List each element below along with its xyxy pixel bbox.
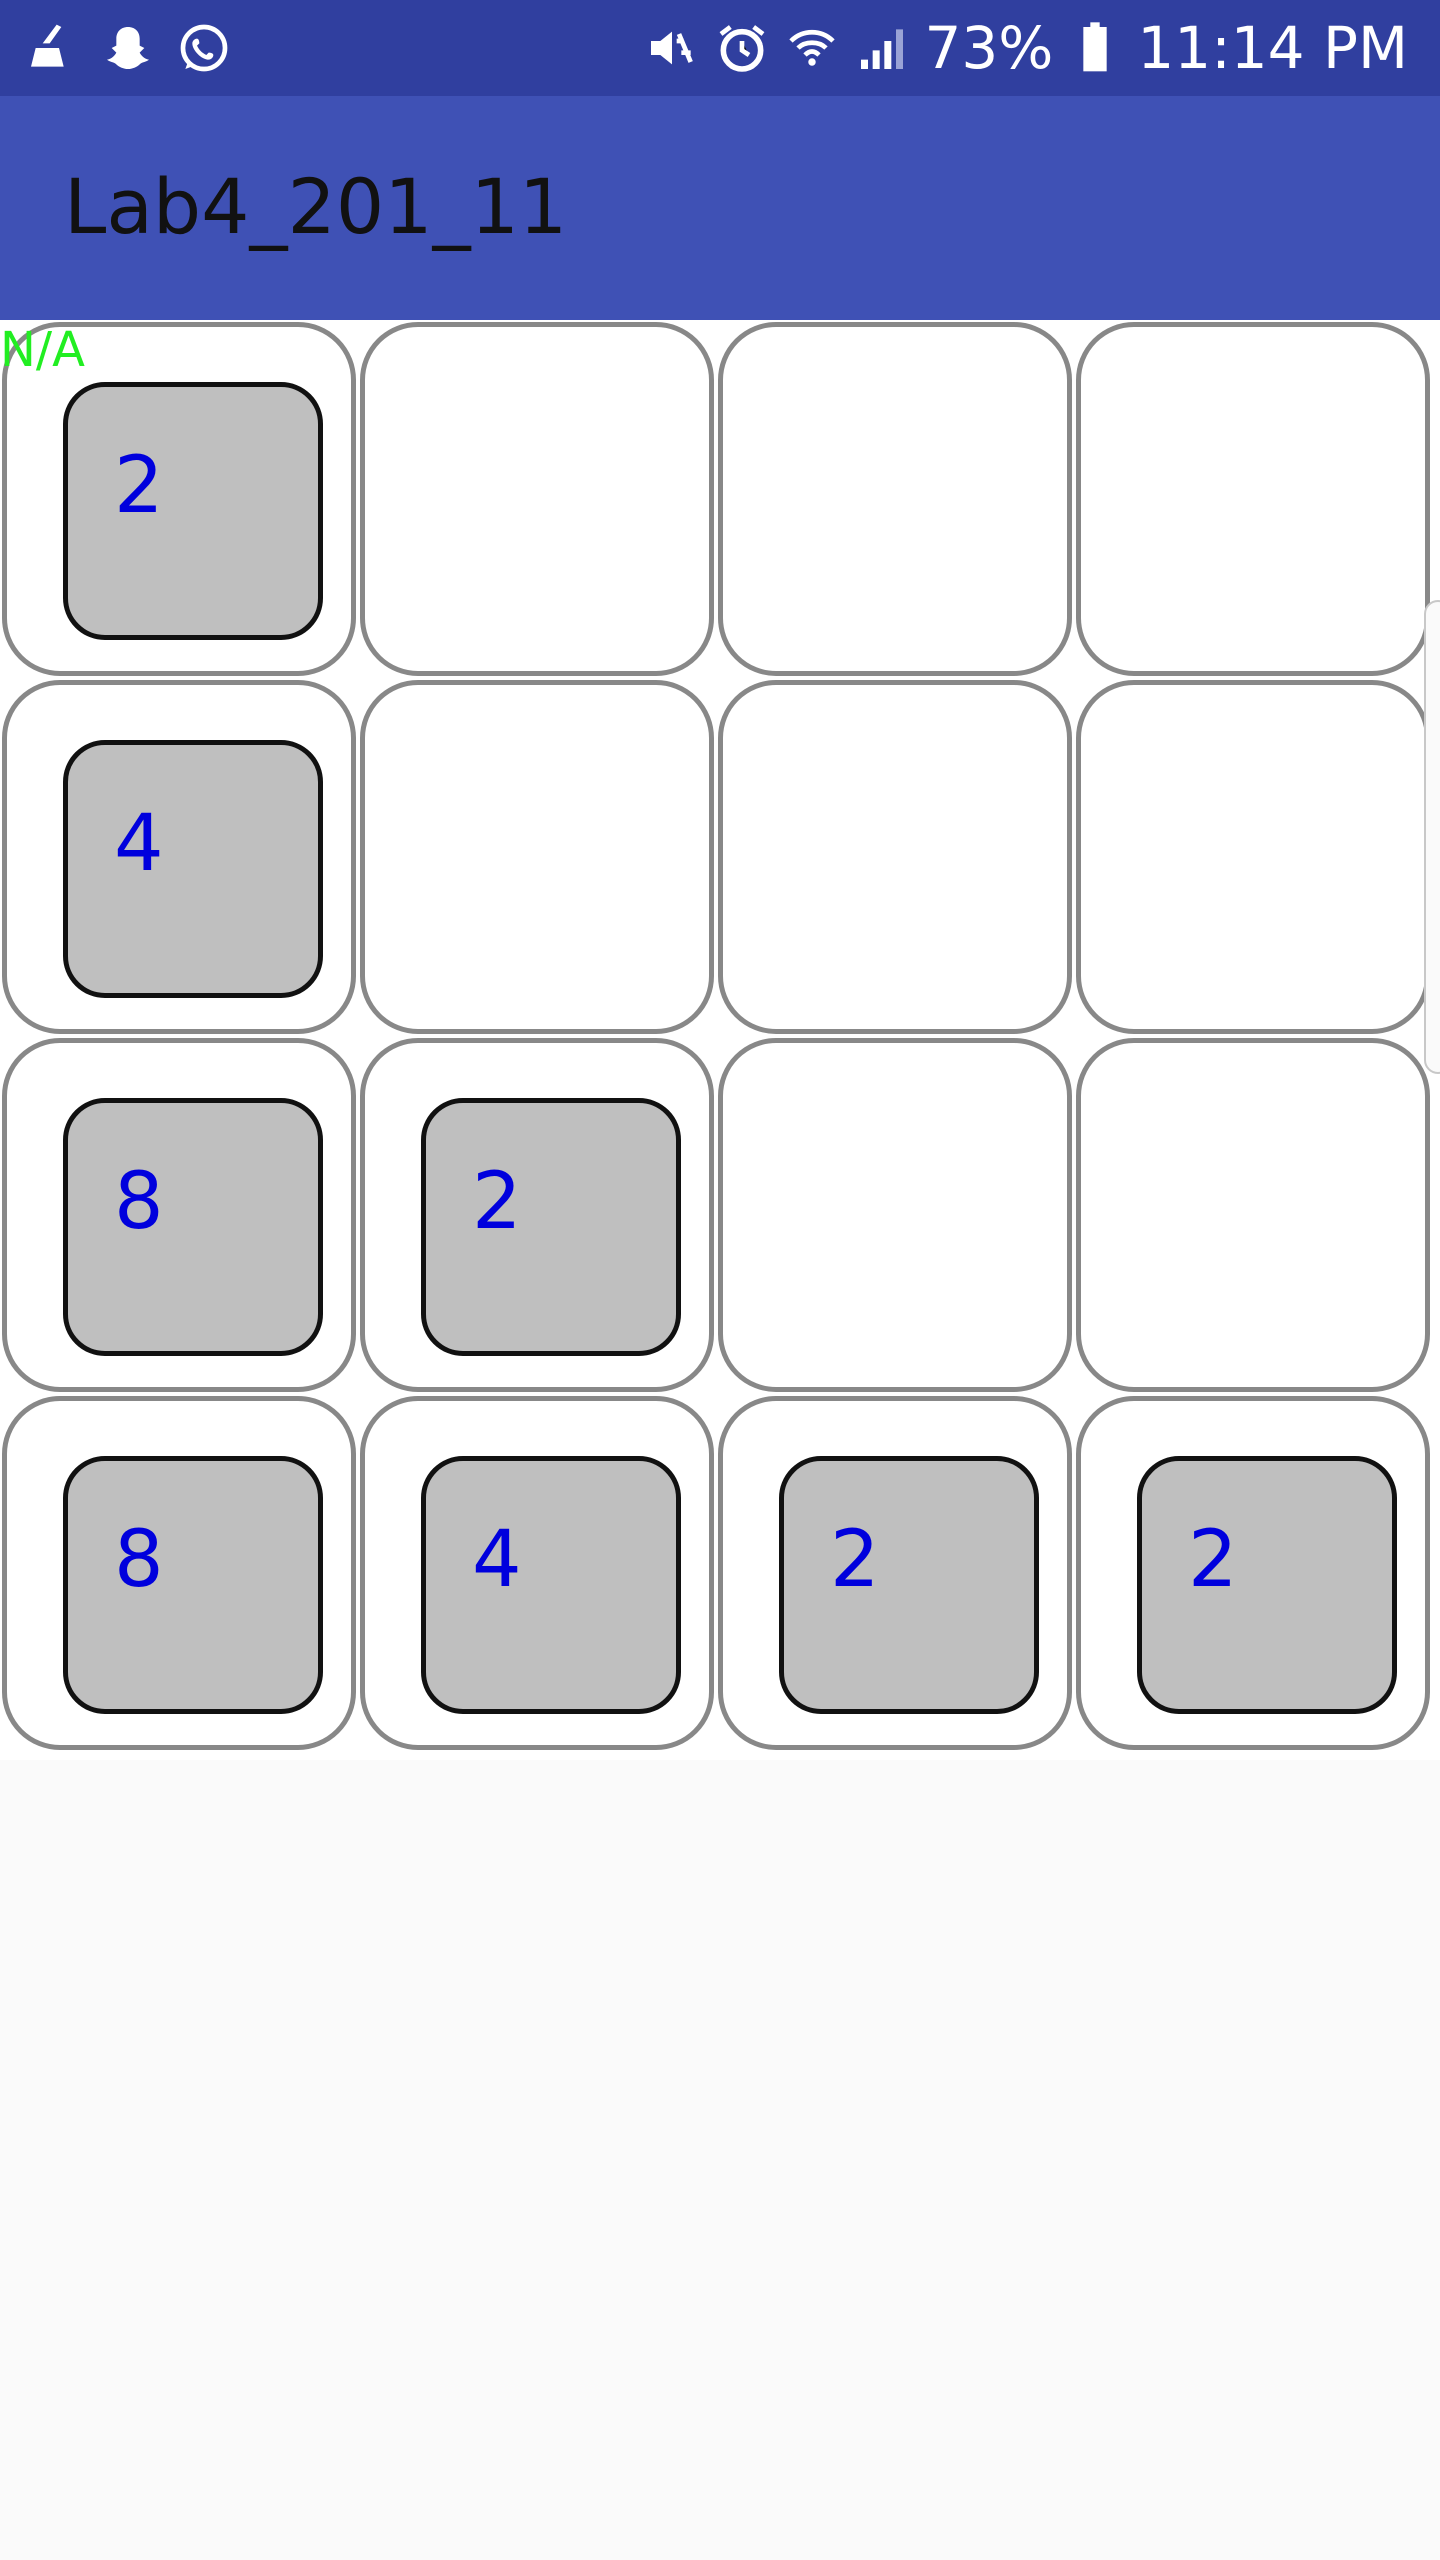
mute-vibrate-icon (644, 20, 700, 76)
tile-value: 2 (472, 1157, 522, 1247)
battery-icon (1067, 20, 1123, 76)
number-tile: 8 (63, 1456, 323, 1714)
clock: 11:14 PM (1137, 14, 1408, 82)
app-title: Lab4_201_11 (64, 162, 568, 251)
board-cell (718, 322, 1072, 676)
broom-icon (24, 20, 80, 76)
wifi-icon (784, 20, 840, 76)
board-cell (1076, 322, 1430, 676)
number-tile: 2 (779, 1456, 1039, 1714)
tile-value: 4 (472, 1515, 522, 1605)
battery-percent: 73% (924, 14, 1054, 82)
alarm-icon (714, 20, 770, 76)
number-tile: 4 (421, 1456, 681, 1714)
tile-value: 2 (830, 1515, 880, 1605)
board-cell (718, 1038, 1072, 1392)
board-cell (360, 680, 714, 1034)
edge-panel-handle[interactable] (1424, 600, 1440, 1074)
game-status-text: N/A (0, 322, 85, 378)
number-tile: 2 (421, 1098, 681, 1356)
tile-value: 2 (1188, 1515, 1238, 1605)
tile-value: 4 (114, 799, 164, 889)
app-bar: Lab4_201_11 (0, 96, 1440, 320)
board-cell (360, 322, 714, 676)
board-cell (1076, 680, 1430, 1034)
game-board[interactable]: 2 4 8 2 8 4 2 2 (0, 320, 1440, 1760)
tile-value: 2 (114, 441, 164, 531)
number-tile: 8 (63, 1098, 323, 1356)
status-bar: 73% 11:14 PM (0, 0, 1440, 96)
notification-icons (24, 18, 232, 78)
whatsapp-icon (176, 20, 232, 76)
signal-icon (854, 20, 910, 76)
number-tile: 4 (63, 740, 323, 998)
board-cell (718, 680, 1072, 1034)
board-cell (1076, 1038, 1430, 1392)
number-tile: 2 (1137, 1456, 1397, 1714)
number-tile: 2 (63, 382, 323, 640)
tile-value: 8 (114, 1157, 164, 1247)
snapchat-icon (100, 20, 156, 76)
tile-value: 8 (114, 1515, 164, 1605)
system-status: 73% 11:14 PM (644, 10, 1408, 86)
